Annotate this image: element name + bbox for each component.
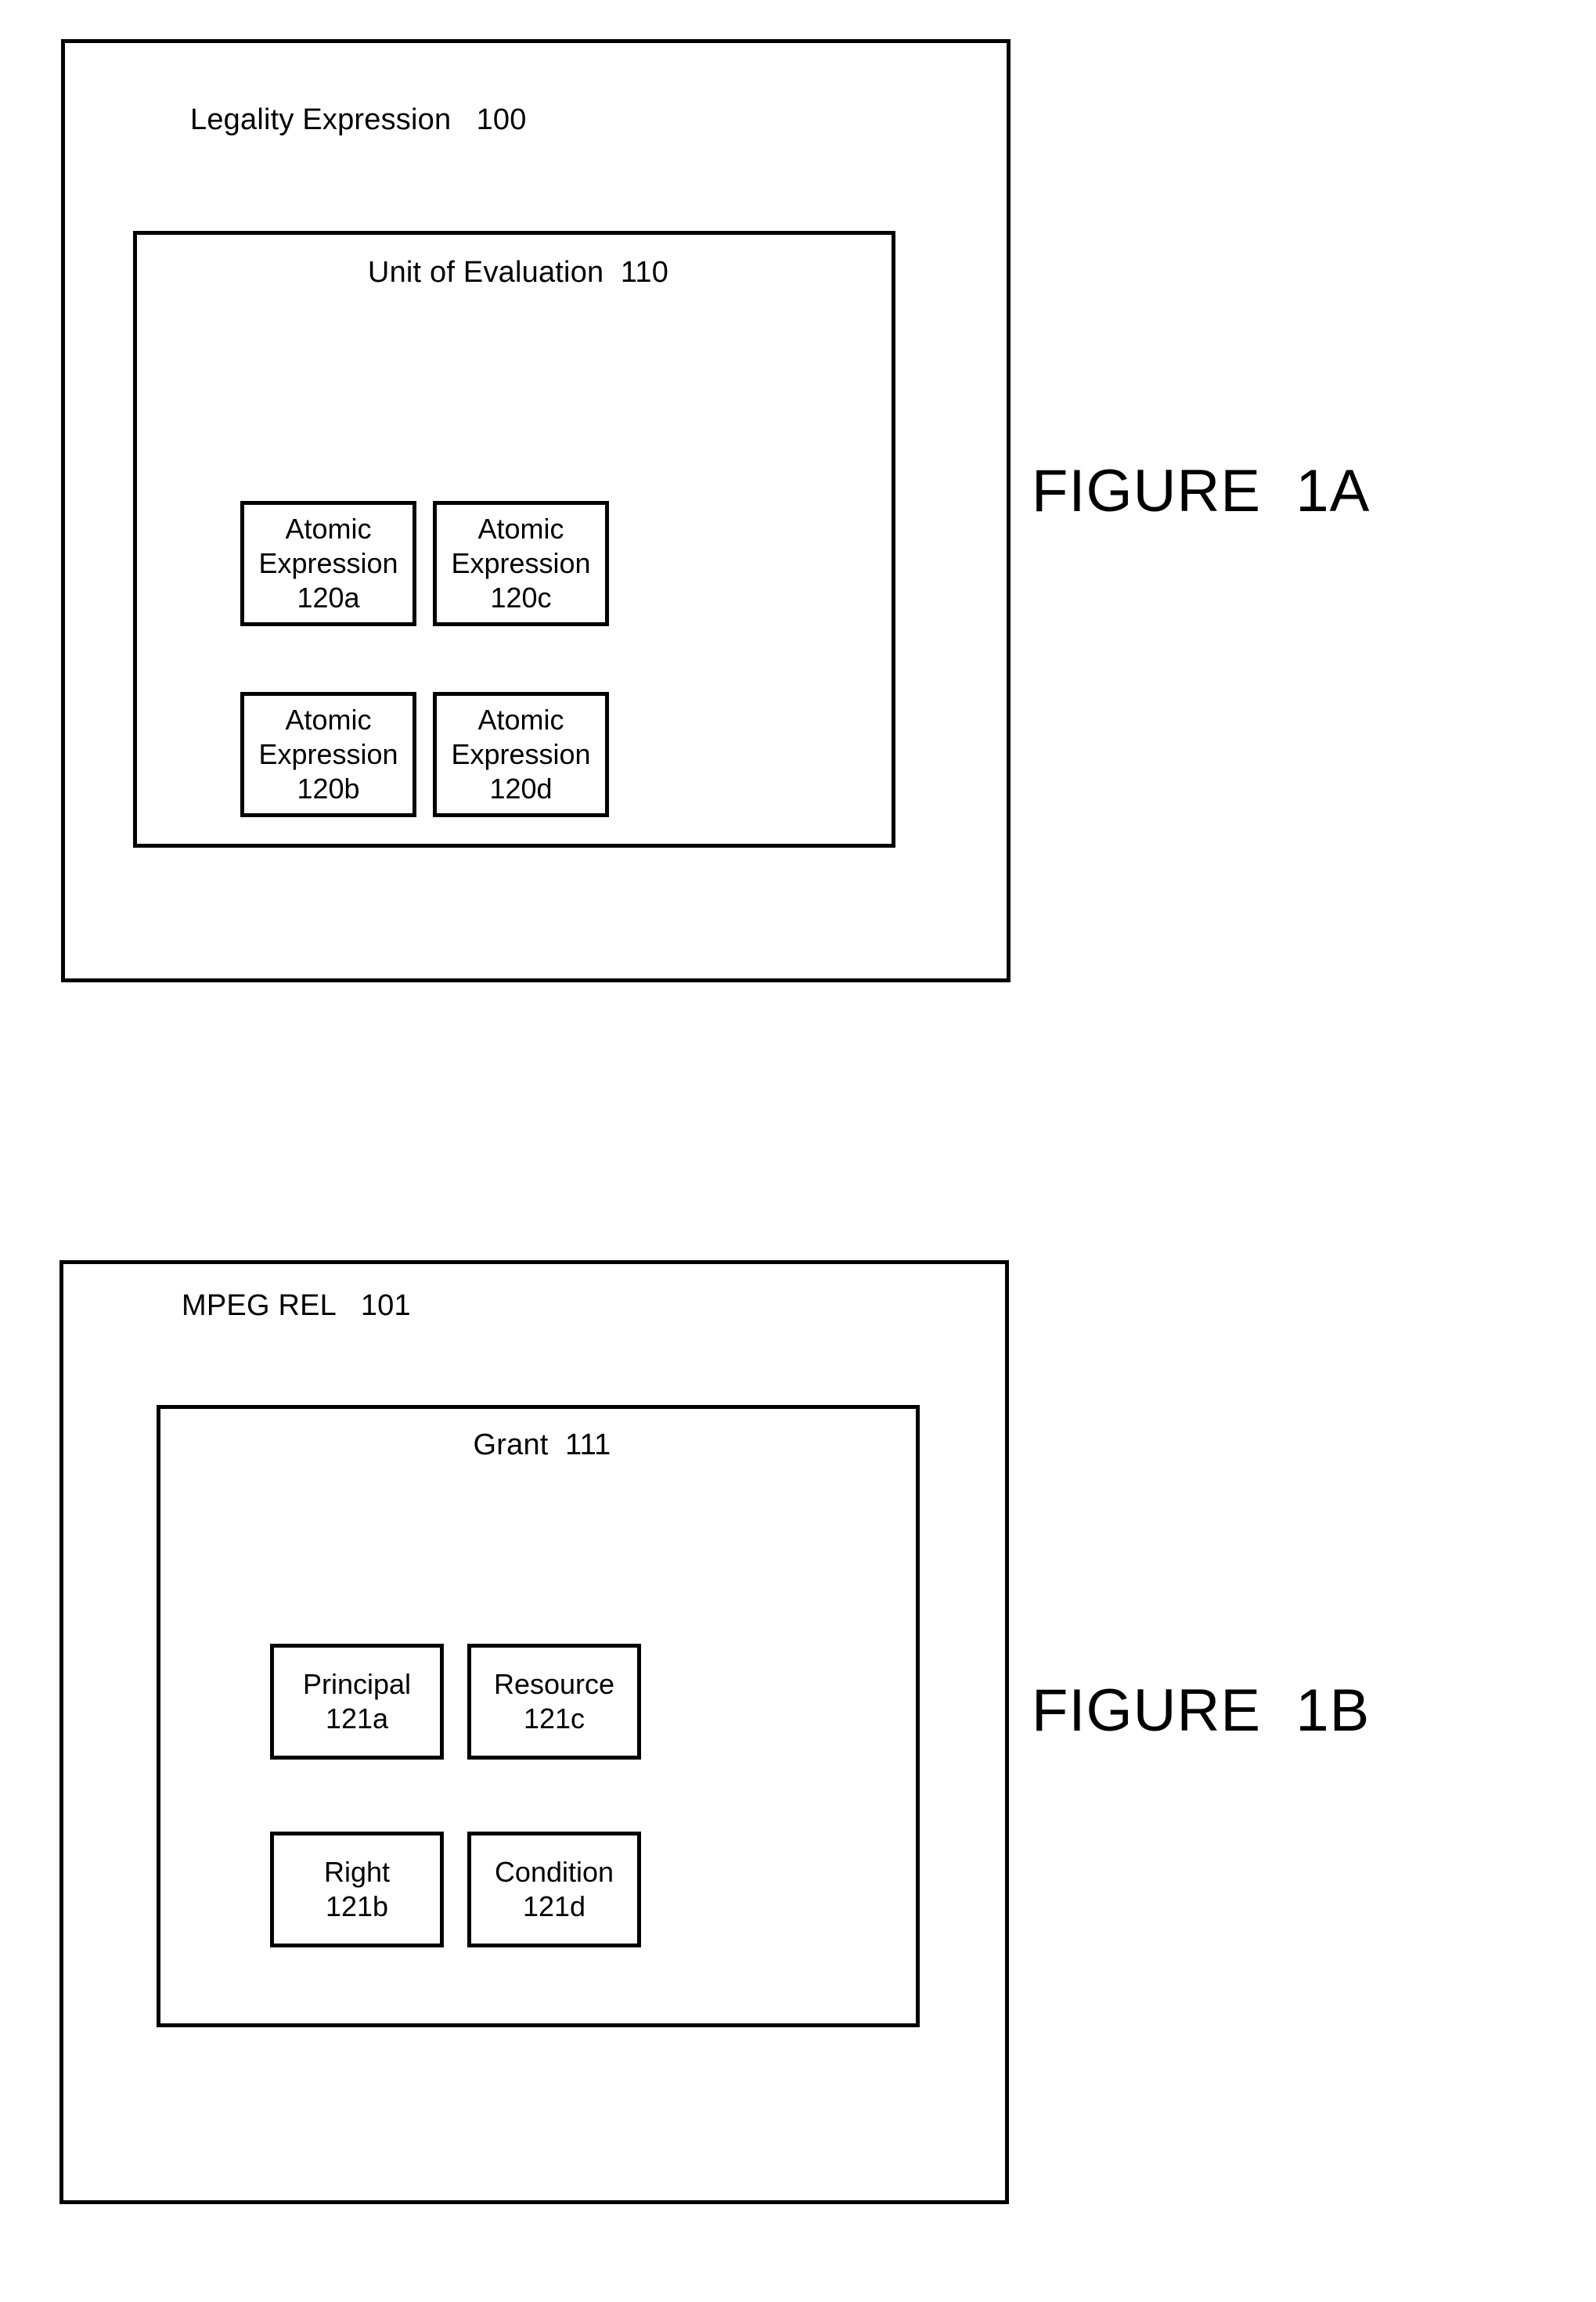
atomic-expression-120b-ref: 120b (297, 772, 360, 805)
atomic-expression-120a-line2: Expression (258, 547, 398, 580)
legality-expression-box: Legality Expression 100 Unit of Evaluati… (61, 39, 1011, 982)
atomic-expression-120a-ref: 120a (297, 581, 360, 614)
figure-1b-caption: FIGURE 1B (1032, 1677, 1371, 1744)
principal-121a-ref: 121a (325, 1702, 389, 1735)
figure-1a-caption: FIGURE 1A (1032, 458, 1371, 524)
atomic-expression-120d-line2: Expression (451, 738, 591, 771)
atomic-expression-120a-box: Atomic Expression 120a (240, 501, 416, 626)
atomic-expression-120c-line2: Expression (451, 547, 591, 580)
condition-121d-box: Condition 121d (467, 1832, 641, 1947)
resource-121c-line1: Resource (493, 1668, 615, 1701)
atomic-expression-120d-line1: Atomic (477, 704, 564, 737)
atomic-expression-120c-line1: Atomic (477, 513, 564, 546)
principal-121a-box: Principal 121a (270, 1644, 444, 1760)
atomic-expression-120c-ref: 120c (490, 581, 552, 614)
atomic-expression-120d-box: Atomic Expression 120d (433, 692, 609, 817)
right-121b-ref: 121b (325, 1890, 389, 1922)
mpeg-rel-box: Grant 111 Principal 121a Resource 121c R… (59, 1260, 1009, 2204)
mpeg-rel-label: MPEG REL 101 (182, 1289, 411, 1322)
right-121b-box: Right 121b (270, 1832, 444, 1947)
unit-of-evaluation-box: Unit of Evaluation 110 Atomic Expression… (133, 231, 895, 848)
condition-121d-ref: 121d (522, 1890, 586, 1922)
atomic-expression-120b-line1: Atomic (285, 704, 372, 737)
right-121b-line1: Right (323, 1856, 391, 1889)
atomic-expression-120c-box: Atomic Expression 120c (433, 501, 609, 626)
unit-of-evaluation-label: Unit of Evaluation 110 (367, 256, 669, 289)
resource-121c-ref: 121c (523, 1702, 585, 1735)
atomic-expression-120d-ref: 120d (489, 772, 553, 805)
patent-figure-page: Legality Expression 100 Unit of Evaluati… (0, 0, 1596, 2302)
condition-121d-line1: Condition (494, 1856, 614, 1889)
principal-121a-line1: Principal (302, 1668, 412, 1701)
atomic-expression-120a-line1: Atomic (285, 513, 372, 546)
atomic-expression-120b-box: Atomic Expression 120b (240, 692, 416, 817)
grant-label: Grant 111 (473, 1428, 611, 1461)
grant-box: Grant 111 Principal 121a Resource 121c R… (157, 1405, 920, 2027)
resource-121c-box: Resource 121c (467, 1644, 641, 1760)
legality-expression-label: Legality Expression 100 (190, 103, 527, 136)
atomic-expression-120b-line2: Expression (258, 738, 398, 771)
